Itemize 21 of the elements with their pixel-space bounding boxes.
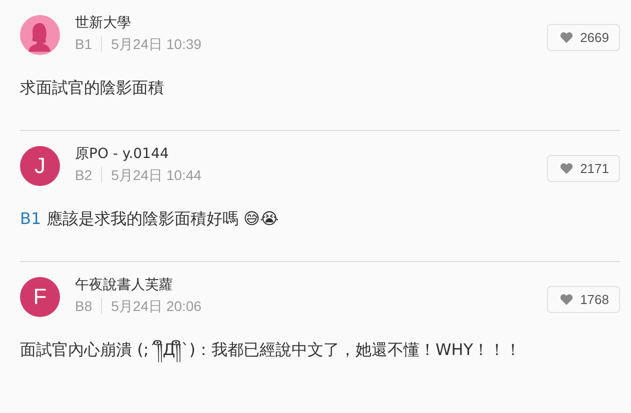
floor-number: B1 [75, 35, 92, 54]
like-button[interactable]: 2171 [547, 155, 620, 182]
like-button[interactable]: 1768 [547, 286, 620, 313]
author-name[interactable]: 世新大學 [75, 13, 548, 33]
avatar: J [20, 146, 60, 186]
comment-text: B1 應該是求我的陰影面積好嗎 😅😭 [20, 208, 280, 230]
floor-number: B2 [75, 166, 92, 185]
floor-number: B8 [75, 297, 92, 316]
floor-link[interactable]: B1 [20, 209, 42, 228]
post-time: 5月24日 20:06 [111, 297, 202, 316]
like-button[interactable]: 2669 [547, 24, 620, 51]
comment-text: 求面試官的陰影面積 [20, 77, 165, 99]
author-name[interactable]: 午夜說書人芙蘿 [75, 275, 548, 295]
post-time: 5月24日 10:39 [111, 35, 202, 54]
heart-icon [560, 32, 574, 43]
heart-icon [560, 163, 574, 174]
comment-text: 面試官內心崩潰 (;´༎ຶД༎ຶ`)：我都已經說中文了，她還不懂！WHY！！！ [20, 339, 620, 361]
heart-icon [560, 294, 574, 305]
avatar: F [20, 277, 60, 317]
post-time: 5月24日 10:44 [111, 166, 202, 185]
author-name[interactable]: 原PO - y.0144 [75, 144, 548, 164]
